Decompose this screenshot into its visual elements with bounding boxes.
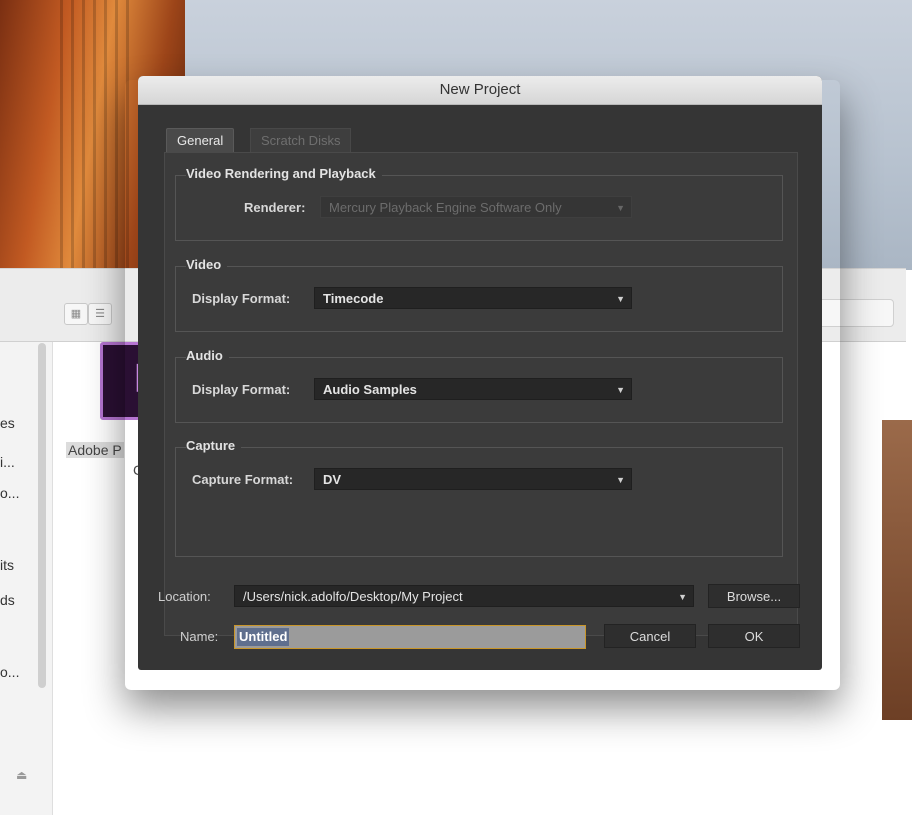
cancel-button[interactable]: Cancel — [604, 624, 696, 648]
chevron-down-icon: ▼ — [678, 592, 687, 602]
grid-view-icon[interactable]: ▦ — [64, 303, 88, 325]
wallpaper-rock — [882, 420, 912, 720]
renderer-dropdown[interactable]: Mercury Playback Engine Software Only ▼ — [320, 196, 632, 218]
capture-format-label: Capture Format: — [192, 472, 294, 487]
video-display-format-value: Timecode — [323, 291, 384, 306]
sidebar-item[interactable]: i... — [0, 454, 15, 470]
tab-scratch-disks[interactable]: Scratch Disks — [250, 128, 352, 153]
project-name-input[interactable]: Untitled — [234, 625, 586, 649]
capture-format-dropdown[interactable]: DV ▼ — [314, 468, 632, 490]
audio-display-format-dropdown[interactable]: Audio Samples ▼ — [314, 378, 632, 400]
video-display-format-dropdown[interactable]: Timecode ▼ — [314, 287, 632, 309]
capture-format-value: DV — [323, 472, 342, 487]
video-rendering-group-title: Video Rendering and Playback — [186, 166, 382, 181]
chevron-down-icon: ▼ — [616, 203, 625, 213]
renderer-value: Mercury Playback Engine Software Only — [329, 200, 562, 215]
video-group: Video Display Format: Timecode ▼ — [175, 257, 783, 332]
audio-group: Audio Display Format: Audio Samples ▼ — [175, 348, 783, 423]
location-value: /Users/nick.adolfo/Desktop/My Project — [243, 589, 463, 604]
chevron-down-icon: ▼ — [616, 475, 625, 485]
general-panel: Video Rendering and Playback Renderer: M… — [164, 152, 798, 636]
new-project-dialog: New Project General Scratch Disks Video … — [138, 76, 822, 670]
sidebar-scrollbar[interactable] — [38, 343, 46, 688]
capture-group-title: Capture — [186, 438, 242, 453]
location-label: Location: — [158, 589, 211, 604]
chevron-down-icon: ▼ — [616, 385, 625, 395]
eject-icon[interactable]: ⏏ — [16, 768, 27, 782]
sidebar-item[interactable]: ds — [0, 592, 15, 608]
video-group-title: Video — [186, 257, 228, 272]
video-display-format-label: Display Format: — [192, 291, 291, 306]
video-rendering-group: Video Rendering and Playback Renderer: M… — [175, 166, 783, 241]
chevron-down-icon: ▼ — [616, 294, 625, 304]
renderer-label: Renderer: — [244, 200, 306, 215]
name-label: Name: — [180, 629, 219, 644]
sidebar-item[interactable]: its — [0, 557, 14, 573]
project-name-value: Untitled — [237, 628, 290, 646]
app-label[interactable]: Adobe P — [66, 442, 124, 458]
capture-group: Capture Capture Format: DV ▼ — [175, 438, 783, 557]
sidebar-item[interactable]: o... — [0, 485, 19, 501]
location-dropdown[interactable]: /Users/nick.adolfo/Desktop/My Project ▼ — [234, 585, 694, 607]
sidebar-item[interactable]: es — [0, 415, 15, 431]
audio-group-title: Audio — [186, 348, 229, 363]
dialog-title: New Project — [138, 76, 822, 105]
audio-display-format-label: Display Format: — [192, 382, 291, 397]
sidebar-item[interactable]: o... — [0, 664, 19, 680]
audio-display-format-value: Audio Samples — [323, 382, 417, 397]
tab-general[interactable]: General — [166, 128, 235, 153]
ok-button[interactable]: OK — [708, 624, 800, 648]
list-view-icon[interactable]: ☰ — [88, 303, 112, 325]
browse-button[interactable]: Browse... — [708, 584, 800, 608]
